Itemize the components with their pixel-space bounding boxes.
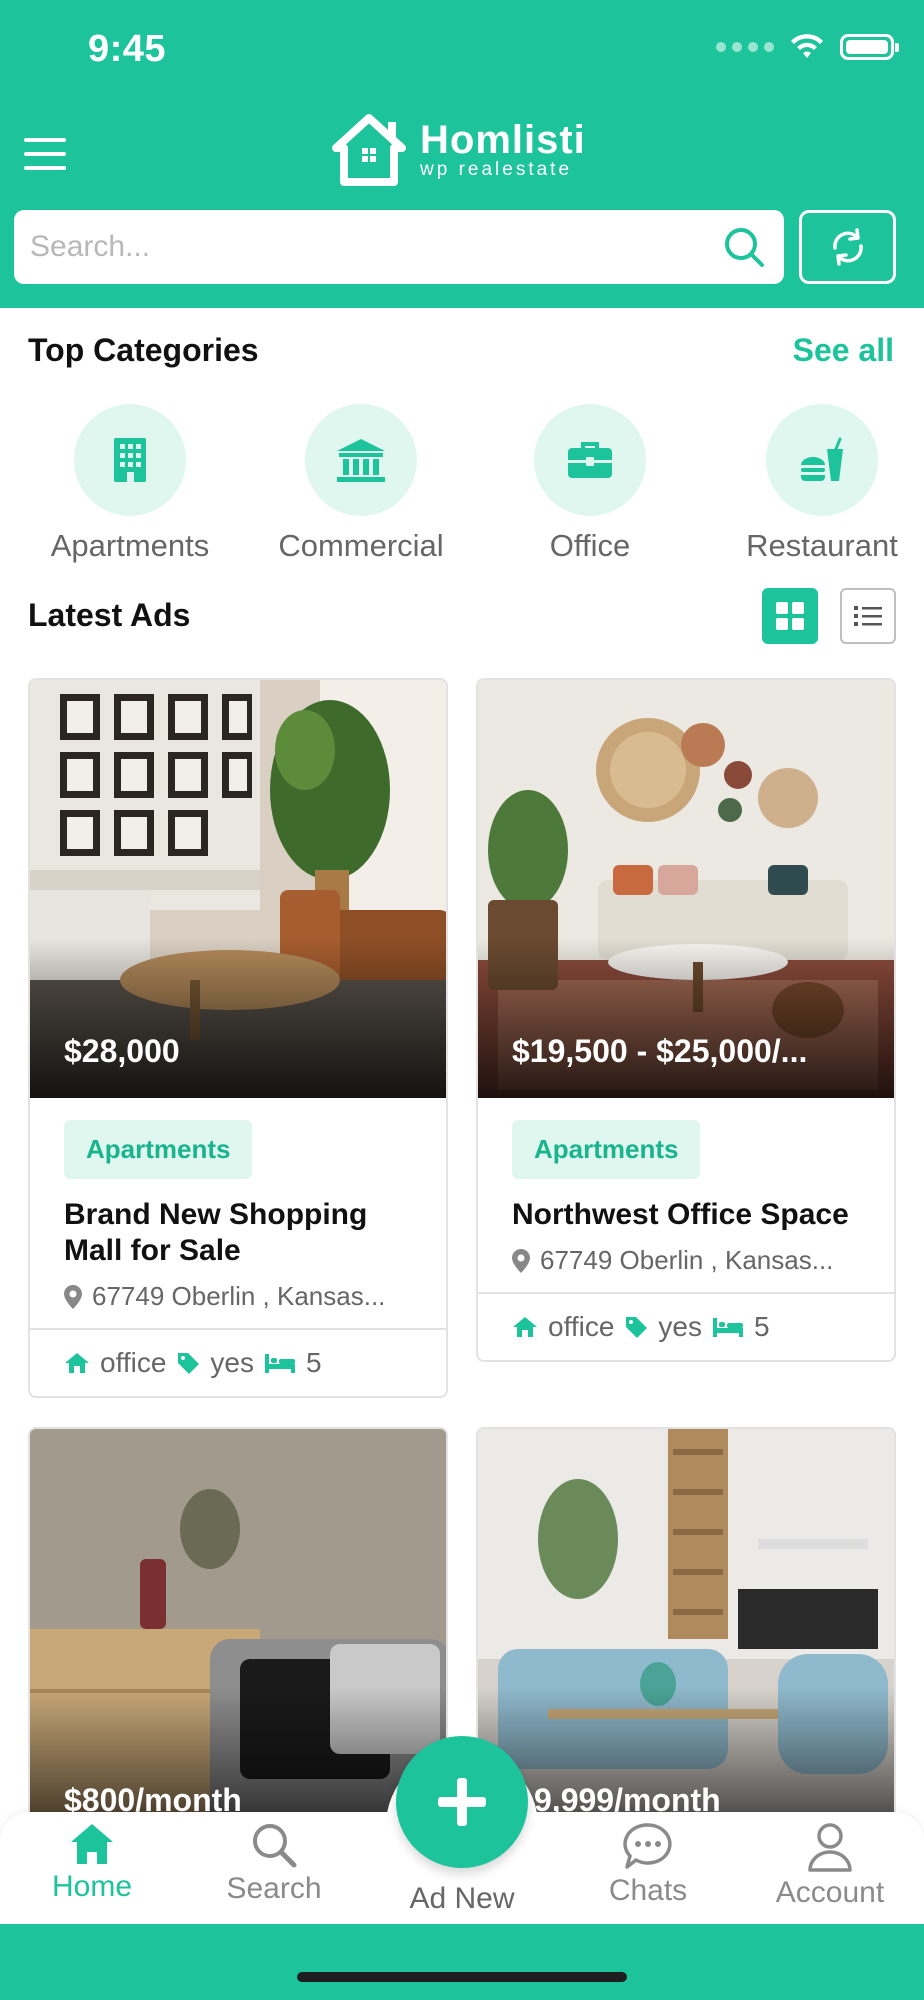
search-icon xyxy=(253,1824,297,1868)
ad-card[interactable]: $28,000 Apartments Brand New Shopping Ma… xyxy=(28,678,448,1398)
nav-label: Home xyxy=(51,1870,133,1903)
refresh-icon xyxy=(832,228,863,266)
status-time: 9:45 xyxy=(88,28,167,70)
category-badge[interactable]: Apartments xyxy=(512,1120,701,1179)
app-name: Homlisti xyxy=(420,118,586,162)
listing-price: $28,000 xyxy=(64,1033,180,1069)
meta-type: office xyxy=(100,1347,167,1378)
chat-icon xyxy=(623,1823,672,1869)
map-pin-icon xyxy=(512,1248,530,1273)
ad-card[interactable]: 9,999/month xyxy=(476,1427,896,1847)
category-label: Restaurant xyxy=(746,528,898,563)
nav-chats[interactable]: Chats xyxy=(578,1822,718,1908)
location-text: 67749 Oberlin , Kansas... xyxy=(92,1281,386,1311)
category-restaurant[interactable]: Restaurant xyxy=(722,404,922,564)
grid-icon xyxy=(776,602,804,630)
app-logo: Homlisti wp realestate xyxy=(330,112,586,188)
house-logo-icon xyxy=(332,114,406,186)
nav-home[interactable]: Home xyxy=(22,1822,162,1904)
latest-ads-title: Latest Ads xyxy=(28,597,191,633)
category-badge[interactable]: Apartments xyxy=(64,1120,253,1179)
category-list: Apartments Commercial Office Restaurant xyxy=(0,404,924,574)
nav-add-new-label[interactable]: Ad New xyxy=(386,1882,538,1916)
tag-icon xyxy=(178,1353,200,1374)
app-header: 9:45 Homlisti wp realestate xyxy=(0,0,924,308)
category-office[interactable]: Office xyxy=(490,404,690,564)
list-view-toggle[interactable] xyxy=(840,588,896,644)
listing-title[interactable]: Brand New Shopping Mall for Sale xyxy=(64,1197,412,1269)
see-all-link[interactable]: See all xyxy=(793,332,894,369)
refresh-button[interactable] xyxy=(799,210,896,284)
nav-label: Chats xyxy=(608,1874,688,1907)
category-label: Office xyxy=(549,528,631,563)
plus-icon xyxy=(438,1778,486,1826)
home-icon xyxy=(71,1824,113,1864)
home-indicator[interactable] xyxy=(297,1972,627,1982)
meta-tag: yes xyxy=(210,1347,254,1378)
home-icon xyxy=(65,1353,89,1373)
location-text: 67749 Oberlin , Kansas... xyxy=(540,1245,834,1275)
listing-photo[interactable]: $800/month xyxy=(30,1429,446,1845)
listing-photo[interactable]: $19,500 - $25,000/... xyxy=(478,680,894,1098)
category-label: Apartments xyxy=(50,528,210,563)
grid-view-toggle[interactable] xyxy=(762,588,818,644)
listing-meta: office yes 5 xyxy=(30,1328,446,1396)
search-icon[interactable] xyxy=(720,223,768,271)
ad-card[interactable]: $19,500 - $25,000/... Apartments Northwe… xyxy=(476,678,896,1362)
user-icon xyxy=(808,1823,852,1872)
wifi-icon xyxy=(791,34,823,58)
nav-label: Account xyxy=(775,1876,885,1909)
building-icon xyxy=(114,438,146,482)
app-subtitle: wp realestate xyxy=(420,159,573,180)
meta-tag: yes xyxy=(658,1311,702,1342)
map-pin-icon xyxy=(64,1284,82,1309)
listing-location: 67749 Oberlin , Kansas... xyxy=(64,1281,412,1312)
bed-icon xyxy=(265,1354,295,1373)
nav-account[interactable]: Account xyxy=(760,1822,900,1910)
add-new-button[interactable] xyxy=(396,1736,528,1868)
tag-icon xyxy=(626,1317,648,1338)
category-apartments[interactable]: Apartments xyxy=(30,404,230,564)
menu-button[interactable] xyxy=(24,138,66,170)
listing-title[interactable]: Northwest Office Space xyxy=(512,1197,860,1233)
listing-photo[interactable]: 9,999/month xyxy=(478,1429,894,1845)
listing-location: 67749 Oberlin , Kansas... xyxy=(512,1245,860,1276)
listing-price: $19,500 - $25,000/... xyxy=(512,1033,808,1069)
meta-beds: 5 xyxy=(754,1311,770,1342)
bed-icon xyxy=(713,1318,743,1337)
bank-icon xyxy=(337,439,385,482)
category-label: Commercial xyxy=(278,528,444,563)
listing-meta: office yes 5 xyxy=(478,1292,894,1360)
category-commercial[interactable]: Commercial xyxy=(261,404,461,564)
battery-icon xyxy=(840,34,899,60)
home-bar-area xyxy=(0,1924,924,2000)
fast-food-icon xyxy=(801,437,843,481)
list-icon xyxy=(854,606,882,626)
status-icons xyxy=(716,34,899,60)
meta-beds: 5 xyxy=(306,1347,322,1378)
home-icon xyxy=(513,1317,537,1337)
nav-label: Search xyxy=(226,1872,322,1905)
ad-card[interactable]: $800/month xyxy=(28,1427,448,1847)
briefcase-icon xyxy=(568,442,612,478)
nav-search[interactable]: Search xyxy=(204,1822,344,1906)
listing-photo[interactable]: $28,000 xyxy=(30,680,446,1098)
top-categories-title: Top Categories xyxy=(28,332,259,368)
search-input[interactable] xyxy=(30,230,720,264)
meta-type: office xyxy=(548,1311,615,1342)
signal-icon xyxy=(716,42,774,52)
search-bar[interactable] xyxy=(14,210,784,284)
